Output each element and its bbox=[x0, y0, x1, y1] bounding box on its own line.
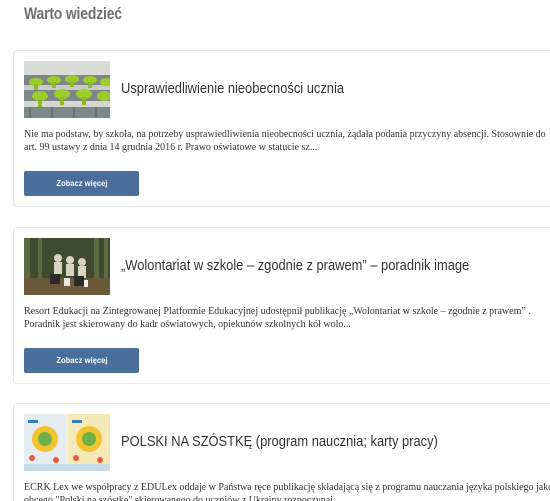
article-title[interactable]: „Wolontariat w szkole – zgodnie z prawem… bbox=[121, 257, 469, 274]
article-card: Usprawiedliwienie nieobecności ucznia Ni… bbox=[13, 50, 550, 207]
article-thumbnail[interactable] bbox=[24, 61, 110, 118]
see-more-label: Zobacz więcej bbox=[55, 356, 108, 365]
article-card: POLSKI NA SZÓSTKĘ (program naucznia; kar… bbox=[13, 403, 550, 501]
article-card: „Wolontariat w szkole – zgodnie z prawem… bbox=[13, 227, 550, 384]
article-description: Resort Edukacji na Zintegrowanej Platfor… bbox=[24, 306, 531, 330]
section-title: Warto wiedzieć bbox=[24, 4, 122, 23]
article-thumbnail[interactable] bbox=[24, 238, 110, 295]
article-thumbnail[interactable] bbox=[24, 414, 110, 471]
article-title[interactable]: POLSKI NA SZÓSTKĘ (program naucznia; kar… bbox=[121, 433, 438, 450]
see-more-button[interactable]: Zobacz więcej bbox=[24, 171, 139, 196]
article-description: Nie ma podstaw, by szkoła, na potrzeby u… bbox=[24, 129, 546, 153]
article-description: ECRK Lex we współpracy z EDULex oddaje w… bbox=[24, 482, 550, 501]
see-more-label: Zobacz więcej bbox=[55, 179, 108, 188]
see-more-button[interactable]: Zobacz więcej bbox=[24, 348, 139, 373]
article-title[interactable]: Usprawiedliwienie nieobecności ucznia bbox=[121, 80, 344, 97]
